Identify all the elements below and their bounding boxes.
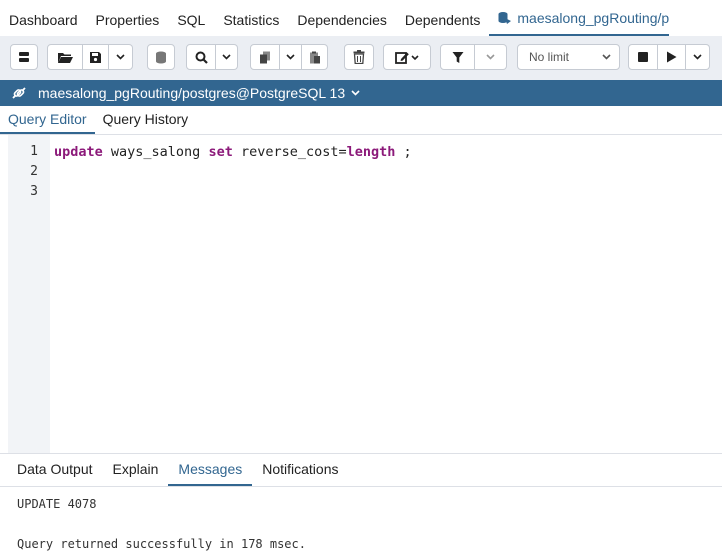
- chevron-down-icon: [602, 54, 611, 60]
- copy-options-dropdown[interactable]: [280, 44, 302, 70]
- file-button-group: [47, 44, 133, 70]
- output-tab-bar: Data Output Explain Messages Notificatio…: [0, 453, 722, 487]
- save-data-button[interactable]: [147, 44, 175, 70]
- tab-statistics[interactable]: Statistics: [214, 2, 288, 36]
- delete-button[interactable]: [344, 44, 374, 70]
- save-file-button[interactable]: [83, 44, 109, 70]
- query-toolbar: No limit: [0, 36, 722, 81]
- code-line[interactable]: update ways_salong set reverse_cost=leng…: [54, 144, 412, 160]
- stop-button[interactable]: [628, 44, 658, 70]
- tab-data-output[interactable]: Data Output: [0, 454, 103, 486]
- tab-messages[interactable]: Messages: [168, 454, 253, 486]
- paste-icon: [309, 51, 320, 63]
- tab-dependents[interactable]: Dependents: [396, 2, 490, 36]
- copy-button[interactable]: [250, 44, 280, 70]
- tab-query-editor[interactable]: Query Editor: [0, 106, 95, 134]
- panel-tab-bar: Dashboard Properties SQL Statistics Depe…: [0, 0, 722, 37]
- identifier-token: reverse_cost=: [232, 144, 347, 160]
- connection-bar: maesalong_pgRouting/postgres@PostgreSQL …: [0, 80, 722, 106]
- chevron-down-icon: [286, 54, 295, 60]
- line-number-gutter: 1 2 3: [8, 135, 50, 453]
- folder-open-icon: [58, 52, 73, 63]
- sql-editor[interactable]: 1 2 3 update ways_salong set reverse_cos…: [8, 135, 722, 453]
- row-limit-select[interactable]: No limit: [517, 44, 620, 70]
- connection-status-button[interactable]: [0, 85, 38, 101]
- copy-icon: [260, 51, 270, 63]
- connected-link-icon: [12, 87, 26, 99]
- save-icon: [90, 51, 101, 63]
- database-icon: [156, 51, 166, 63]
- execute-button-group: [628, 44, 710, 70]
- execute-options-dropdown[interactable]: [686, 44, 710, 70]
- tab-query-tool[interactable]: maesalong_pgRouting/p: [489, 2, 670, 36]
- find-button[interactable]: [186, 44, 216, 70]
- filter-button[interactable]: [440, 44, 475, 70]
- chevron-down-icon: [116, 54, 125, 60]
- line-number: 2: [30, 164, 38, 179]
- execute-button[interactable]: [658, 44, 686, 70]
- search-icon: [195, 51, 208, 64]
- row-limit-value: No limit: [529, 50, 570, 64]
- message-line: Query returned successfully in 178 msec.: [17, 537, 306, 551]
- tab-query-history[interactable]: Query History: [95, 106, 197, 134]
- line-number: 1: [30, 144, 38, 159]
- edit-button[interactable]: [383, 44, 431, 70]
- chevron-down-icon: [693, 54, 702, 60]
- tab-explain[interactable]: Explain: [103, 454, 169, 486]
- tab-properties[interactable]: Properties: [87, 2, 169, 36]
- keyword-token: length: [346, 144, 396, 160]
- query-tool-icon: [498, 12, 512, 24]
- tab-query-tool-label: maesalong_pgRouting/p: [517, 10, 670, 26]
- editor-tab-bar: Query Editor Query History: [0, 106, 722, 135]
- keyword-token: update: [54, 144, 103, 160]
- filter-options-dropdown[interactable]: [475, 44, 507, 70]
- save-options-dropdown[interactable]: [109, 44, 133, 70]
- server-icon: [19, 52, 29, 62]
- chevron-down-icon: [222, 54, 231, 60]
- find-button-group: [186, 44, 238, 70]
- copy-button-group: [250, 44, 328, 70]
- filter-icon: [452, 51, 463, 63]
- chevron-down-icon[interactable]: [351, 90, 360, 96]
- identifier-token: ways_salong: [102, 144, 209, 160]
- line-number: 3: [30, 184, 38, 199]
- message-line: UPDATE 4078: [17, 497, 97, 511]
- server-button[interactable]: [10, 44, 38, 70]
- tab-dependencies[interactable]: Dependencies: [288, 2, 396, 36]
- paste-button[interactable]: [302, 44, 328, 70]
- stop-icon: [638, 52, 648, 62]
- filter-button-group: [440, 44, 507, 70]
- edit-icon: [395, 51, 419, 64]
- delete-icon: [353, 50, 365, 64]
- play-icon: [667, 51, 677, 63]
- open-file-button[interactable]: [47, 44, 83, 70]
- punctuation-token: ;: [395, 144, 412, 160]
- tab-notifications[interactable]: Notifications: [252, 454, 348, 486]
- connection-label[interactable]: maesalong_pgRouting/postgres@PostgreSQL …: [38, 85, 345, 101]
- tab-dashboard[interactable]: Dashboard: [0, 2, 87, 36]
- find-options-dropdown[interactable]: [216, 44, 238, 70]
- keyword-token: set: [208, 144, 233, 160]
- tab-sql[interactable]: SQL: [168, 2, 214, 36]
- chevron-down-icon: [486, 54, 495, 60]
